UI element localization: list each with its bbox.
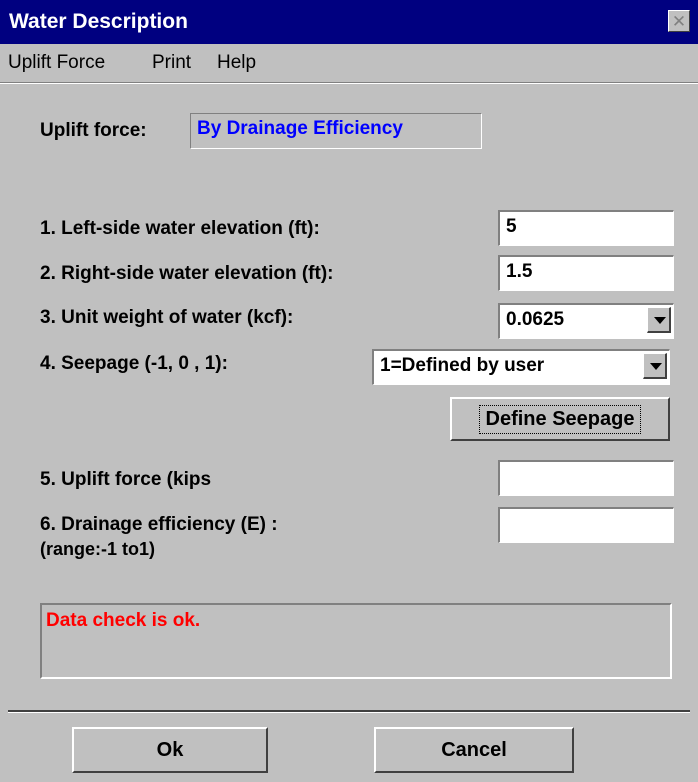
cancel-button-label: Cancel [441, 738, 507, 761]
menu-separator [0, 82, 698, 84]
unit-weight-label: 3. Unit weight of water (kcf): [40, 307, 294, 328]
menu-uplift-force[interactable]: Uplift Force [8, 53, 105, 73]
unit-weight-value: 0.0625 [506, 309, 565, 330]
menu-print[interactable]: Print [152, 53, 191, 73]
drainage-efficiency-label: 6. Drainage efficiency (E) : [40, 514, 278, 535]
ok-button-label: Ok [156, 738, 184, 761]
window-title: Water Description [9, 10, 188, 33]
right-elevation-label: 2. Right-side water elevation (ft): [40, 263, 334, 284]
define-seepage-label: Define Seepage [478, 404, 642, 434]
cancel-button[interactable]: Cancel [374, 727, 574, 773]
uplift-force-kips-label: 5. Uplift force (kips [40, 469, 212, 490]
status-message-box: Data check is ok. [40, 603, 672, 679]
unit-weight-select[interactable]: 0.0625 [498, 303, 674, 339]
uplift-force-input[interactable] [498, 460, 674, 496]
close-icon[interactable]: ✕ [668, 10, 690, 32]
seepage-label: 4. Seepage (-1, 0 , 1): [40, 353, 228, 374]
seepage-value: 1=Defined by user [380, 355, 545, 376]
chevron-down-icon[interactable] [647, 307, 671, 333]
bottom-separator [8, 710, 690, 713]
chevron-down-icon[interactable] [643, 353, 667, 379]
left-elevation-label: 1. Left-side water elevation (ft): [40, 218, 320, 239]
uplift-force-label: Uplift force: [40, 120, 147, 141]
drainage-efficiency-input[interactable] [498, 507, 674, 543]
drainage-range-label: (range:-1 to1) [40, 539, 156, 559]
ok-button[interactable]: Ok [72, 727, 268, 773]
right-elevation-input[interactable]: 1.5 [498, 255, 674, 291]
status-message: Data check is ok. [46, 610, 201, 631]
menu-help[interactable]: Help [217, 53, 256, 73]
title-bar[interactable]: Water Description ✕ [0, 0, 698, 44]
uplift-force-mode-display: By Drainage Efficiency [190, 113, 482, 149]
seepage-select[interactable]: 1=Defined by user [372, 349, 670, 385]
define-seepage-button[interactable]: Define Seepage [450, 397, 670, 441]
left-elevation-input[interactable]: 5 [498, 210, 674, 246]
menu-bar: Uplift Force Print Help [0, 44, 698, 80]
